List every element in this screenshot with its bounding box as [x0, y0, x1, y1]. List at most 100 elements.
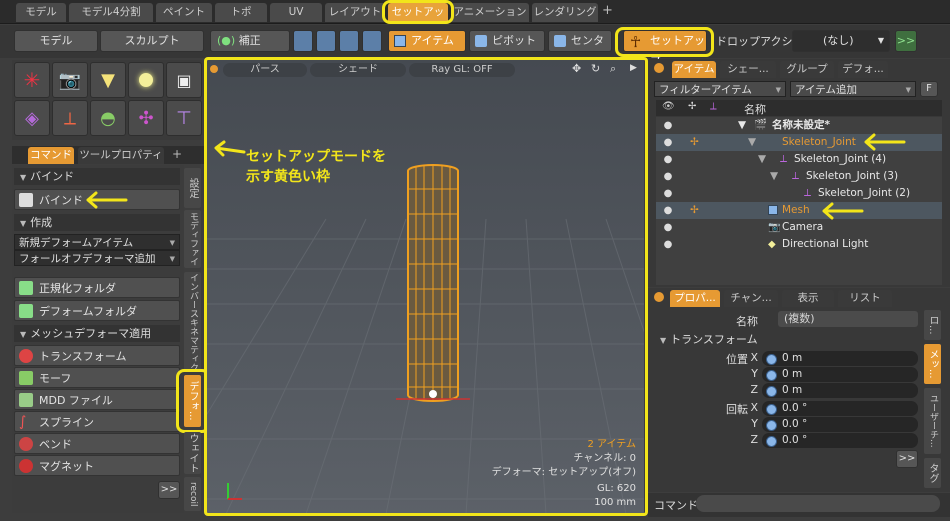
- tab-channels[interactable]: チャン...: [724, 290, 778, 307]
- vtab-modifier[interactable]: モディファイア...: [184, 210, 201, 268]
- item-mode-button[interactable]: アイテム: [388, 30, 466, 52]
- tab-layout[interactable]: レイアウト: [325, 3, 385, 22]
- tab-animation[interactable]: アニメーション: [451, 3, 529, 22]
- snap-button[interactable]: (●) 補正: [210, 30, 290, 52]
- item-row-directional-light[interactable]: ● ◆ Directional Light: [656, 236, 942, 253]
- left-expand-button[interactable]: >>: [158, 481, 180, 499]
- chain-tool-icon[interactable]: ⊤: [166, 100, 202, 136]
- visibility-icon[interactable]: ●: [660, 219, 676, 236]
- props-panel-menu-icon[interactable]: [654, 292, 664, 302]
- visibility-icon[interactable]: ●: [660, 117, 676, 134]
- cube-select-icon[interactable]: [293, 30, 313, 52]
- spotlight-tool-icon[interactable]: ▼: [90, 62, 126, 98]
- rotation-y-field[interactable]: 0.0 °: [762, 417, 918, 432]
- magnet-deformer-button[interactable]: マグネット: [14, 455, 180, 476]
- model-mode-button[interactable]: モデル: [14, 30, 98, 52]
- shade-button[interactable]: シェード: [310, 63, 406, 77]
- tab-shader[interactable]: シェー...: [720, 61, 776, 78]
- raygl-button[interactable]: Ray GL: OFF: [409, 63, 515, 77]
- tab-properties[interactable]: プロパ...: [670, 290, 720, 307]
- command-input[interactable]: [696, 495, 940, 512]
- item-row-skeleton-joint-4[interactable]: ● ▼ ⟂ Skeleton_Joint (4): [656, 151, 942, 168]
- item-row-camera[interactable]: ● 📷 Camera: [656, 219, 942, 236]
- item-row-mesh[interactable]: ● ✢ Mesh: [656, 202, 942, 219]
- visibility-icon[interactable]: ●: [660, 134, 676, 151]
- section-transform[interactable]: トランスフォーム: [654, 331, 920, 348]
- item-filter-f-button[interactable]: F: [920, 81, 938, 97]
- rotation-z-field[interactable]: 0.0 °: [762, 433, 918, 448]
- name-column-header[interactable]: 名称: [744, 101, 766, 117]
- tab-model[interactable]: モデル: [16, 3, 66, 22]
- tree-expand-icon[interactable]: ▼: [770, 168, 778, 185]
- position-y-field[interactable]: 0 m: [762, 367, 918, 382]
- setup-mode-button[interactable]: ☥ セットアップ: [623, 30, 707, 67]
- viewport-menu-icon[interactable]: [210, 65, 218, 73]
- visibility-icon[interactable]: ●: [660, 236, 676, 253]
- vtab-inverse-kinematics[interactable]: インバースキネマティクス: [184, 272, 201, 372]
- tab-list[interactable]: リスト: [838, 290, 892, 307]
- visibility-icon[interactable]: ●: [660, 185, 676, 202]
- bend-deformer-button[interactable]: ベンド: [14, 433, 180, 454]
- visibility-icon[interactable]: ●: [660, 168, 676, 185]
- tab-deformers[interactable]: デフォ...: [838, 61, 888, 78]
- expand-toolbar-button[interactable]: >>: [895, 30, 917, 52]
- locator-tool-icon[interactable]: ✳: [14, 62, 50, 98]
- vtab-weight[interactable]: ウェイト: [184, 432, 201, 474]
- skeleton-tool-icon[interactable]: ⟂: [52, 100, 88, 136]
- tab-items[interactable]: アイテム: [672, 61, 716, 78]
- deform-folder-button[interactable]: デフォームフォルダ: [14, 300, 180, 321]
- center-button[interactable]: センター: [548, 30, 612, 67]
- props-expand-button[interactable]: >>: [896, 450, 918, 468]
- new-deform-item-dropdown[interactable]: 新規デフォームアイテム: [14, 234, 180, 251]
- tab-display[interactable]: 表示: [782, 290, 834, 307]
- item-panel-menu-icon[interactable]: [654, 63, 664, 73]
- tab-tool-properties[interactable]: ツールプロパティ: [78, 147, 164, 164]
- tab-render[interactable]: レンダリング: [532, 3, 598, 22]
- vtab-user-channels[interactable]: ユーザーチ...: [924, 388, 941, 454]
- normalize-folder-button[interactable]: 正規化フォルダ: [14, 277, 180, 298]
- joint-tool-icon[interactable]: ◈: [14, 100, 50, 136]
- zoom-icon[interactable]: ⌕: [610, 62, 616, 76]
- vtab-mesh[interactable]: メッ...: [924, 344, 941, 384]
- add-falloff-deformer-dropdown[interactable]: フォールオフデフォーマ追加: [14, 250, 180, 267]
- tab-topo[interactable]: トポ: [215, 3, 267, 22]
- viewport-expand-icon[interactable]: ▶: [630, 63, 637, 73]
- transform-axis-icon[interactable]: ✣: [128, 100, 164, 136]
- spline-deformer-button[interactable]: ∫ スプライン: [14, 411, 180, 432]
- point-light-icon[interactable]: [128, 62, 164, 98]
- vtab-tag[interactable]: タグ: [924, 458, 941, 488]
- cube-material-icon[interactable]: [362, 30, 382, 52]
- vtab-settings[interactable]: 設定: [184, 168, 201, 208]
- tree-expand-icon[interactable]: ▼: [758, 151, 766, 168]
- vtab-lock[interactable]: ロ...: [924, 310, 941, 340]
- perspective-button[interactable]: パース: [223, 63, 307, 77]
- visibility-icon[interactable]: ●: [660, 202, 676, 219]
- tab-paint[interactable]: ペイント: [156, 3, 212, 22]
- add-tab-button[interactable]: +: [602, 3, 613, 18]
- tab-setup[interactable]: セットアップ: [388, 3, 448, 37]
- mdd-file-button[interactable]: MDD ファイル: [14, 389, 180, 410]
- tree-expand-icon[interactable]: ▼: [748, 134, 756, 151]
- 3d-viewport[interactable]: パース シェード Ray GL: OFF ✥ ↻ ⌕ ▶ 2 アイテム チャンネ…: [206, 59, 644, 514]
- section-bind[interactable]: バインド: [14, 168, 180, 185]
- tab-model-quad[interactable]: モデル4分割: [69, 3, 153, 22]
- tab-groups[interactable]: グループ: [780, 61, 834, 78]
- drop-action-select[interactable]: (なし) ▼: [792, 30, 890, 52]
- visibility-icon[interactable]: ●: [660, 151, 676, 168]
- transform-deformer-button[interactable]: トランスフォーム: [14, 345, 180, 366]
- add-left-tab-button[interactable]: +: [172, 147, 182, 161]
- vtab-recoil[interactable]: recoil: [184, 477, 201, 511]
- tree-expand-icon[interactable]: ▼: [738, 117, 746, 134]
- tab-command[interactable]: コマンド: [28, 147, 74, 164]
- rotate-icon[interactable]: ↻: [591, 62, 600, 75]
- section-mesh-deformer[interactable]: メッシュデフォーマ適用: [14, 325, 180, 342]
- pivot-button[interactable]: ピボット: [469, 30, 545, 52]
- cube-edge-icon[interactable]: [316, 30, 336, 52]
- position-x-field[interactable]: 0 m: [762, 351, 918, 366]
- deform-sphere-icon[interactable]: ◓: [90, 100, 126, 136]
- pan-icon[interactable]: ✥: [572, 62, 581, 75]
- morph-deformer-button[interactable]: モーフ: [14, 367, 180, 388]
- section-create[interactable]: 作成: [14, 214, 180, 231]
- cube-poly-icon[interactable]: [339, 30, 359, 52]
- item-row-skeleton-joint-2[interactable]: ● ⟂ Skeleton_Joint (2): [656, 185, 942, 202]
